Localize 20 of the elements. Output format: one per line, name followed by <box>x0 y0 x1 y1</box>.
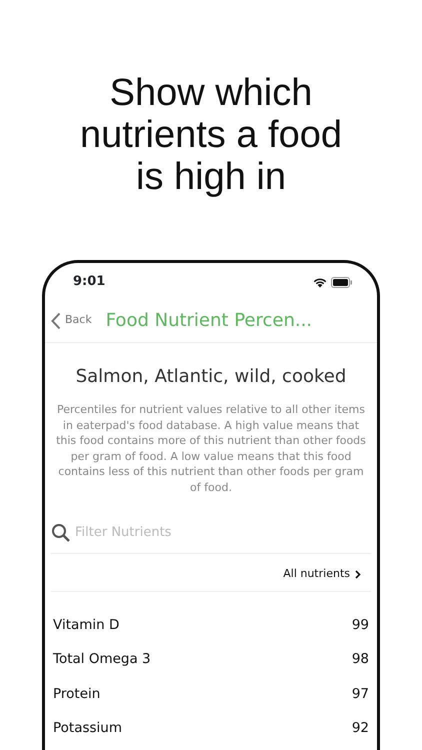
back-button[interactable]: Back <box>51 312 92 330</box>
percentile-value: 97 <box>352 684 369 704</box>
battery-icon <box>331 276 353 288</box>
all-nutrients-link[interactable]: All nutrients <box>283 566 361 582</box>
nutrient-name: Potassium <box>53 719 122 738</box>
back-chevron-icon <box>51 312 61 330</box>
wifi-icon <box>313 276 327 288</box>
nutrient-name: Protein <box>53 684 100 704</box>
chevron-right-icon <box>355 570 361 579</box>
percentile-value: 99 <box>352 616 369 635</box>
percentile-value: 98 <box>352 650 369 670</box>
percentile-value: 92 <box>352 719 369 738</box>
food-name: Salmon, Atlantic, wild, cooked <box>74 365 348 389</box>
headline: Show which nutrients a food is high in <box>79 72 343 198</box>
status-time: 9:01 <box>73 273 106 292</box>
nutrient-name: Total Omega 3 <box>53 650 151 670</box>
screen-title: Food Nutrient Percen... <box>106 309 312 333</box>
description: Percentiles for nutrient values relative to all other items in eaterpad's food database. A high value means that this food contains more of this nutrient than other foods per gram of food. A low value means that this food contains less of this nutrient than other foods per gram of food. <box>55 402 367 495</box>
nutrient-name: Vitamin D <box>53 616 120 635</box>
search-icon <box>51 523 71 543</box>
